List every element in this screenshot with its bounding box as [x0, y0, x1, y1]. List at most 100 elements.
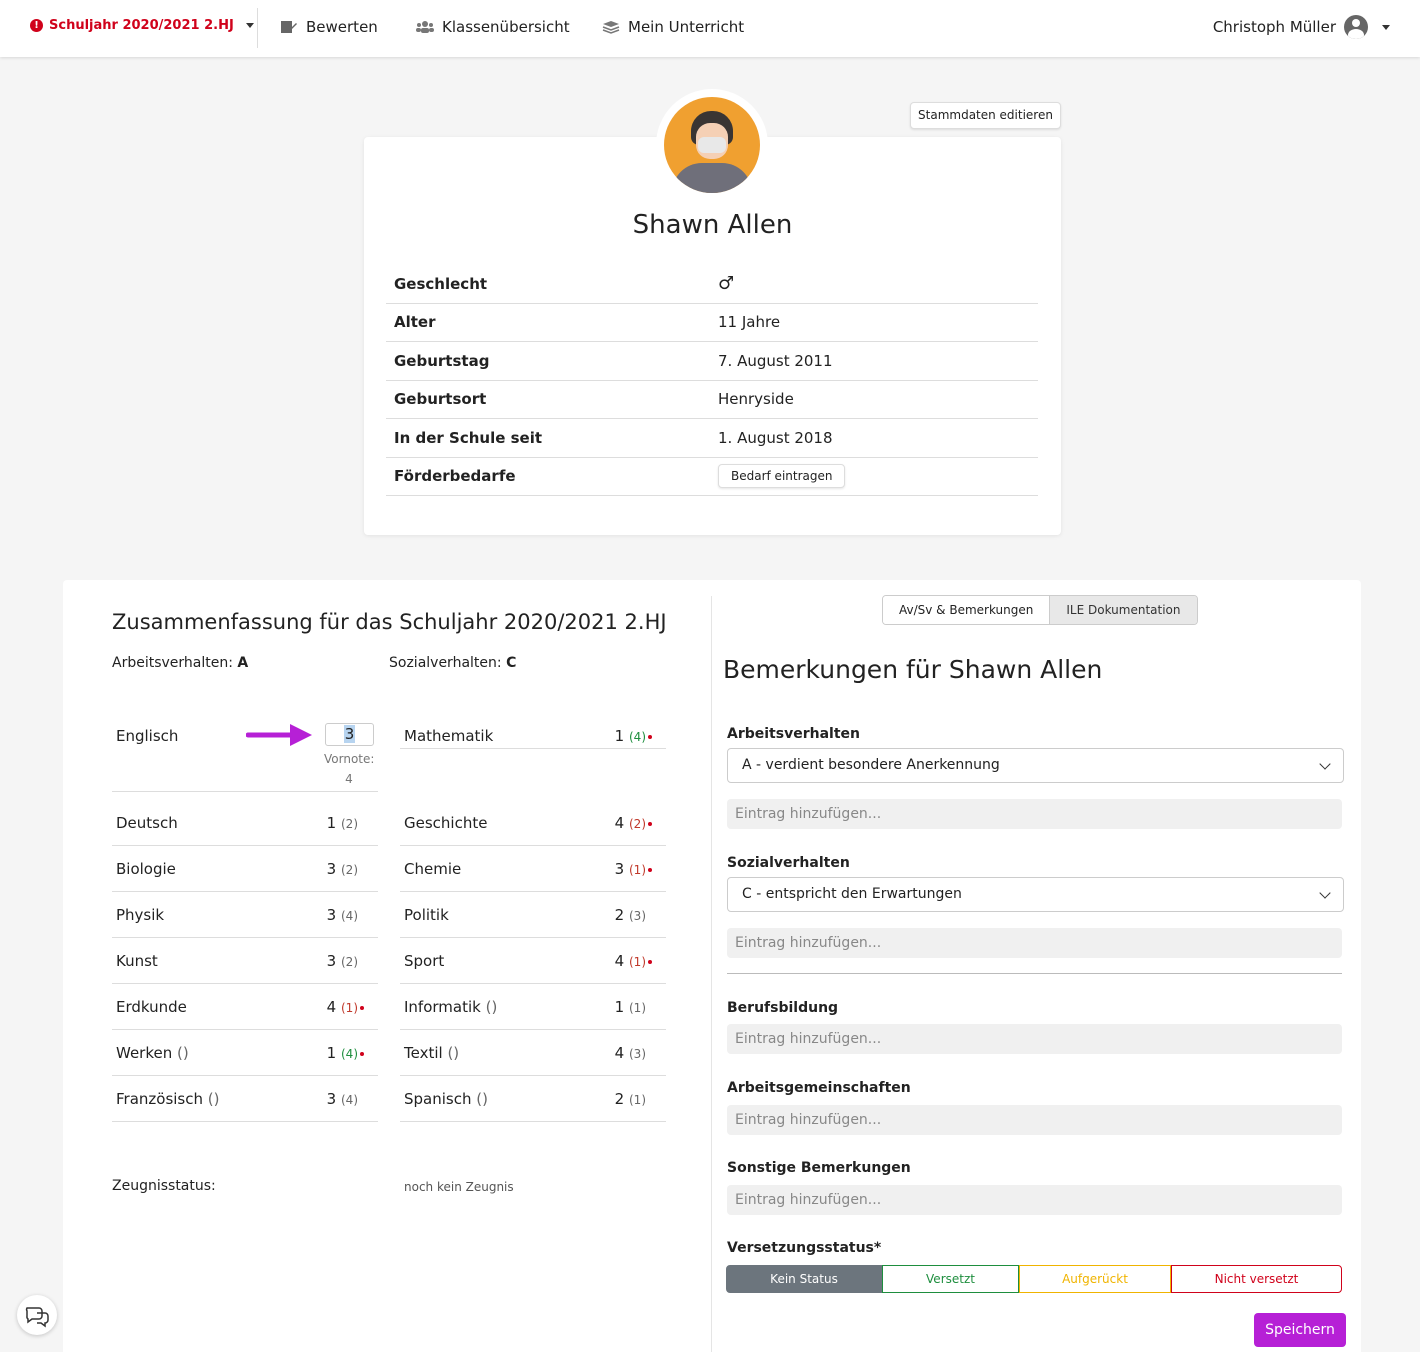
tab-av-sv-bemerkungen[interactable]: Av/Sv & Bemerkungen: [883, 596, 1050, 624]
grade-value[interactable]: 4 (1): [615, 952, 652, 970]
sozialverhalten-entry-input[interactable]: Eintrag hinzufügen...: [727, 928, 1342, 958]
grade-row: Chemie 3 (1): [400, 846, 666, 892]
grade-value[interactable]: 1 (4): [327, 1044, 364, 1062]
tab-ile-dokumentation[interactable]: ILE Dokumentation: [1049, 596, 1197, 624]
nav-divider: [257, 8, 258, 48]
subject-label: Politik: [404, 906, 449, 924]
info-label: Geburtsort: [394, 390, 487, 409]
sozialverhalten-select[interactable]: C - entspricht den Erwartungen: [727, 877, 1344, 912]
change-indicator-icon: [648, 867, 652, 872]
grade-row: Kunst 3 (2): [112, 938, 378, 984]
previous-grade: (1): [341, 1001, 358, 1015]
sonstige-bemerkungen-label: Sonstige Bemerkungen: [727, 1160, 911, 1176]
info-row-birthday: Geburtstag 7. August 2011: [386, 342, 1038, 381]
grade-row: Textil () 4 (3): [400, 1030, 666, 1076]
grade-value[interactable]: 3 (2): [327, 860, 364, 878]
grade-value[interactable]: 2 (3): [615, 906, 652, 924]
change-indicator-icon: [360, 1005, 364, 1010]
nav-bewerten[interactable]: Bewerten: [280, 18, 378, 36]
student-name: Shawn Allen: [632, 210, 793, 240]
grade-input[interactable]: 3: [325, 723, 374, 746]
school-year-label: Schuljahr 2020/2021 2.HJ: [49, 18, 234, 33]
info-label: Geburtstag: [394, 351, 490, 370]
previous-grade: (3): [629, 909, 646, 923]
status-nicht-versetzt-button[interactable]: Nicht versetzt: [1171, 1265, 1342, 1293]
subject-label: Geschichte: [404, 814, 488, 832]
grade-row: Französisch () 3 (4): [112, 1076, 378, 1122]
save-button[interactable]: Speichern: [1254, 1313, 1346, 1347]
sonstige-bemerkungen-entry-input[interactable]: Eintrag hinzufügen...: [727, 1185, 1342, 1215]
grade-value[interactable]: 4 (2): [615, 814, 652, 832]
grade-row: Mathematik 1 (4): [400, 713, 666, 749]
previous-grade: (1): [629, 1093, 646, 1107]
nav-mein-unterricht[interactable]: Mein Unterricht: [602, 18, 744, 36]
arbeitsgemeinschaften-entry-input[interactable]: Eintrag hinzufügen...: [727, 1105, 1342, 1135]
alert-icon: !: [30, 19, 43, 32]
berufsbildung-entry-input[interactable]: Eintrag hinzufügen...: [727, 1024, 1342, 1054]
info-label: Geschlecht: [394, 274, 488, 293]
student-info-table: Geschlecht ♂ Alter 11 Jahre Geburtstag 7…: [386, 265, 1038, 496]
change-indicator-icon: [648, 821, 652, 826]
nav-klassenuebersicht[interactable]: Klassenübersicht: [416, 18, 570, 36]
grade-value[interactable]: 1 (2): [327, 814, 364, 832]
subject-label: Deutsch: [116, 814, 178, 832]
subject-label: Chemie: [404, 860, 462, 878]
subject-label: Informatik (): [404, 998, 498, 1016]
subject-label: Biologie: [116, 860, 176, 878]
grade-value[interactable]: 4 (3): [615, 1044, 652, 1062]
grade-value[interactable]: 2 (1): [615, 1090, 652, 1108]
arbeitsverhalten-label: Arbeitsverhalten: [727, 726, 860, 742]
grade-value[interactable]: 1 (4): [615, 727, 652, 745]
grade-row: Sport 4 (1): [400, 938, 666, 984]
grade-value[interactable]: 3 (4): [327, 1090, 364, 1108]
status-aufgerueckt-button[interactable]: Aufgerückt: [1019, 1265, 1171, 1293]
top-navbar: ! Schuljahr 2020/2021 2.HJ Bewerten Klas…: [0, 0, 1420, 57]
edit-master-data-button[interactable]: Stammdaten editieren: [910, 102, 1061, 129]
change-indicator-icon: [648, 734, 652, 739]
avatar-body: [672, 163, 752, 193]
grade-value[interactable]: 3 (4): [327, 906, 364, 924]
grade-value[interactable]: 1 (1): [615, 998, 652, 1016]
subject-label: Kunst: [116, 952, 158, 970]
change-indicator-icon: [360, 1051, 364, 1056]
previous-grade: (4): [341, 1093, 358, 1107]
grade-value[interactable]: 4 (1): [327, 998, 364, 1016]
info-label: Förderbedarfe: [394, 467, 516, 486]
grade-row: Geschichte 4 (2): [400, 800, 666, 846]
previous-grade: (3): [629, 1047, 646, 1061]
info-label: Alter: [394, 313, 436, 332]
info-row-age: Alter 11 Jahre: [386, 304, 1038, 342]
grade-row: Erdkunde 4 (1): [112, 984, 378, 1030]
user-name: Christoph Müller: [1212, 18, 1336, 36]
status-versetzt-button[interactable]: Versetzt: [882, 1265, 1019, 1293]
user-menu[interactable]: Christoph Müller: [1213, 15, 1390, 39]
status-kein-status-button[interactable]: Kein Status: [726, 1265, 882, 1293]
subject-label: Werken (): [116, 1044, 189, 1062]
grade-row: Werken () 1 (4): [112, 1030, 378, 1076]
nav-mein-unterricht-label: Mein Unterricht: [628, 18, 745, 36]
grade-value[interactable]: 3 (1): [615, 860, 652, 878]
previous-grade: (2): [629, 817, 646, 831]
arbeitsverhalten-entry-input[interactable]: Eintrag hinzufügen...: [727, 799, 1342, 829]
remarks-title: Bemerkungen für Shawn Allen: [723, 655, 1103, 684]
arbeitsverhalten-summary: Arbeitsverhalten: A: [112, 655, 249, 671]
arbeitsverhalten-select[interactable]: A - verdient besondere Anerkennung: [727, 748, 1344, 783]
sozialverhalten-label: Sozialverhalten: [727, 855, 850, 871]
chevron-down-icon: [1319, 887, 1331, 899]
grade-value[interactable]: 3 (2): [327, 952, 364, 970]
chat-button[interactable]: [17, 1295, 57, 1335]
info-label: In der Schule seit: [394, 428, 543, 447]
school-year-dropdown[interactable]: ! Schuljahr 2020/2021 2.HJ: [30, 18, 254, 33]
grade-row: Biologie 3 (2): [112, 846, 378, 892]
add-support-need-button[interactable]: Bedarf eintragen: [718, 464, 846, 489]
info-value: 7. August 2011: [718, 351, 833, 370]
previous-grade: (1): [629, 1001, 646, 1015]
previous-grade: (4): [341, 909, 358, 923]
subject-label: Textil (): [404, 1044, 460, 1062]
gender-male-icon: ♂: [718, 273, 735, 295]
student-avatar: [664, 97, 760, 193]
previous-grade: Vornote: 4: [324, 752, 375, 786]
versetzungsstatus-group: Kein Status Versetzt Aufgerückt Nicht ve…: [726, 1265, 1342, 1293]
previous-grade: (1): [629, 863, 646, 877]
zeugnis-status-value: noch kein Zeugnis: [404, 1180, 514, 1194]
